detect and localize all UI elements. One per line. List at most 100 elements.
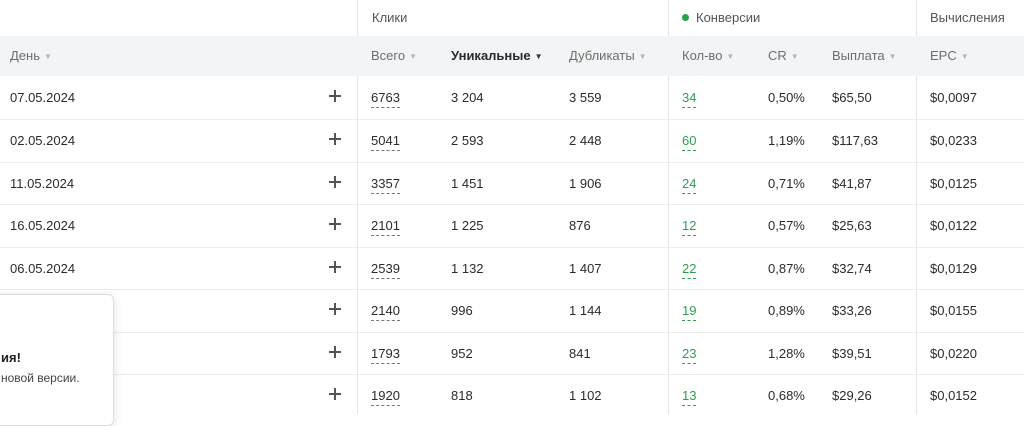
conversions-count-cell[interactable]: 23 bbox=[682, 346, 697, 364]
column-header-epc[interactable]: EPC ▼ bbox=[930, 36, 969, 76]
unique-clicks-cell: 1 132 bbox=[451, 261, 484, 276]
column-header-payout[interactable]: Выплата ▼ bbox=[832, 36, 897, 76]
payout-cell: $33,26 bbox=[832, 303, 872, 318]
cr-cell: 0,68% bbox=[768, 388, 805, 403]
conversions-count-cell[interactable]: 60 bbox=[682, 133, 697, 151]
popup-text: новой версии. bbox=[1, 371, 80, 385]
payout-cell: $41,87 bbox=[832, 176, 872, 191]
conversions-count-cell[interactable]: 24 bbox=[682, 176, 697, 194]
total-clicks-cell[interactable]: 5041 bbox=[371, 133, 400, 151]
duplicates-cell: 1 906 bbox=[569, 176, 602, 191]
expand-plus-icon[interactable] bbox=[327, 88, 343, 104]
expand-plus-icon[interactable] bbox=[327, 344, 343, 360]
conversions-count-cell[interactable]: 12 bbox=[682, 218, 697, 236]
sort-caret-icon: ▼ bbox=[790, 52, 799, 61]
group-header-clicks: Клики bbox=[372, 10, 408, 25]
cr-cell: 0,87% bbox=[768, 261, 805, 276]
payout-cell: $65,50 bbox=[832, 90, 872, 105]
epc-cell: $0,0155 bbox=[930, 303, 977, 318]
table-row: 07.05.2024 6763 3 204 3 559 34 0,50% $65… bbox=[0, 77, 1024, 119]
duplicates-cell: 1 102 bbox=[569, 388, 602, 403]
table-row: 06.05.2024 2539 1 132 1 407 22 0,87% $32… bbox=[0, 248, 1024, 290]
column-header-unique[interactable]: Уникальные ▼ bbox=[451, 36, 543, 76]
sort-caret-icon: ▼ bbox=[726, 52, 735, 61]
epc-cell: $0,0097 bbox=[930, 90, 977, 105]
conversions-count-cell[interactable]: 34 bbox=[682, 90, 697, 108]
unique-clicks-cell: 3 204 bbox=[451, 90, 484, 105]
total-clicks-cell[interactable]: 2101 bbox=[371, 218, 400, 236]
duplicates-cell: 2 448 bbox=[569, 133, 602, 148]
cr-cell: 1,19% bbox=[768, 133, 805, 148]
duplicates-cell: 1 144 bbox=[569, 303, 602, 318]
cr-cell: 0,71% bbox=[768, 176, 805, 191]
sort-caret-icon: ▼ bbox=[888, 52, 897, 61]
total-clicks-cell[interactable]: 1793 bbox=[371, 346, 400, 364]
unique-clicks-cell: 2 593 bbox=[451, 133, 484, 148]
duplicates-cell: 876 bbox=[569, 218, 591, 233]
cr-cell: 0,50% bbox=[768, 90, 805, 105]
expand-plus-icon[interactable] bbox=[327, 174, 343, 190]
sort-caret-icon: ▼ bbox=[638, 52, 647, 61]
status-dot-icon bbox=[682, 14, 689, 21]
expand-plus-icon[interactable] bbox=[327, 131, 343, 147]
unique-clicks-cell: 996 bbox=[451, 303, 473, 318]
table-row: 1920 818 1 102 13 0,68% $29,26 $0,0152 bbox=[0, 375, 1024, 417]
day-cell: 11.05.2024 bbox=[10, 176, 75, 191]
epc-cell: $0,0220 bbox=[930, 346, 977, 361]
cr-cell: 1,28% bbox=[768, 346, 805, 361]
conversions-count-cell[interactable]: 13 bbox=[682, 388, 697, 406]
column-header-day[interactable]: День ▼ bbox=[10, 36, 52, 76]
column-header-count[interactable]: Кол-во ▼ bbox=[682, 36, 734, 76]
unique-clicks-cell: 1 225 bbox=[451, 218, 484, 233]
payout-cell: $32,74 bbox=[832, 261, 872, 276]
unique-clicks-cell: 1 451 bbox=[451, 176, 484, 191]
expand-plus-icon[interactable] bbox=[327, 386, 343, 402]
popup-title: ия! bbox=[1, 350, 21, 365]
payout-cell: $117,63 bbox=[832, 133, 879, 148]
sort-caret-icon: ▼ bbox=[44, 52, 52, 61]
total-clicks-cell[interactable]: 2140 bbox=[371, 303, 400, 321]
group-header-conversions-label: Конверсии bbox=[696, 10, 761, 25]
payout-cell: $29,26 bbox=[832, 388, 872, 403]
table-row: 16.05.2024 2101 1 225 876 12 0,57% $25,6… bbox=[0, 205, 1024, 247]
column-header-total[interactable]: Всего ▼ bbox=[371, 36, 417, 76]
day-cell: 16.05.2024 bbox=[10, 218, 76, 233]
duplicates-cell: 3 559 bbox=[569, 90, 602, 105]
column-header-cr[interactable]: CR ▼ bbox=[768, 36, 799, 76]
conversions-count-cell[interactable]: 22 bbox=[682, 261, 697, 279]
expand-plus-icon[interactable] bbox=[327, 216, 343, 232]
cr-cell: 0,89% bbox=[768, 303, 805, 318]
conversions-count-cell[interactable]: 19 bbox=[682, 303, 697, 321]
total-clicks-cell[interactable]: 6763 bbox=[371, 90, 400, 108]
total-clicks-cell[interactable]: 2539 bbox=[371, 261, 400, 279]
day-cell: 07.05.2024 bbox=[10, 90, 76, 105]
column-header-duplicates[interactable]: Дубликаты ▼ bbox=[569, 36, 647, 76]
group-header-calculations: Вычисления bbox=[930, 10, 1005, 25]
update-notification-popup[interactable]: ия! новой версии. bbox=[0, 294, 114, 426]
group-header-conversions: Конверсии bbox=[682, 0, 760, 36]
payout-cell: $39,51 bbox=[832, 346, 872, 361]
epc-cell: $0,0152 bbox=[930, 388, 977, 403]
total-clicks-cell[interactable]: 3357 bbox=[371, 176, 400, 194]
payout-cell: $25,63 bbox=[832, 218, 872, 233]
table-row: 1793 952 841 23 1,28% $39,51 $0,0220 bbox=[0, 333, 1024, 375]
total-clicks-cell[interactable]: 1920 bbox=[371, 388, 400, 406]
day-cell: 06.05.2024 bbox=[10, 261, 76, 276]
unique-clicks-cell: 952 bbox=[451, 346, 473, 361]
table-row: 02.05.2024 5041 2 593 2 448 60 1,19% $11… bbox=[0, 120, 1024, 162]
sort-caret-icon: ▼ bbox=[409, 52, 418, 61]
expand-plus-icon[interactable] bbox=[327, 301, 343, 317]
epc-cell: $0,0233 bbox=[930, 133, 977, 148]
table-row: 11.05.2024 3357 1 451 1 906 24 0,71% $41… bbox=[0, 163, 1024, 205]
cr-cell: 0,57% bbox=[768, 218, 805, 233]
duplicates-cell: 841 bbox=[569, 346, 591, 361]
epc-cell: $0,0125 bbox=[930, 176, 977, 191]
duplicates-cell: 1 407 bbox=[569, 261, 602, 276]
sort-caret-icon: ▼ bbox=[534, 52, 543, 61]
day-cell: 02.05.2024 bbox=[10, 133, 76, 148]
epc-cell: $0,0129 bbox=[930, 261, 977, 276]
table-row: 2140 996 1 144 19 0,89% $33,26 $0,0155 bbox=[0, 290, 1024, 332]
epc-cell: $0,0122 bbox=[930, 218, 977, 233]
expand-plus-icon[interactable] bbox=[327, 259, 343, 275]
unique-clicks-cell: 818 bbox=[451, 388, 473, 403]
